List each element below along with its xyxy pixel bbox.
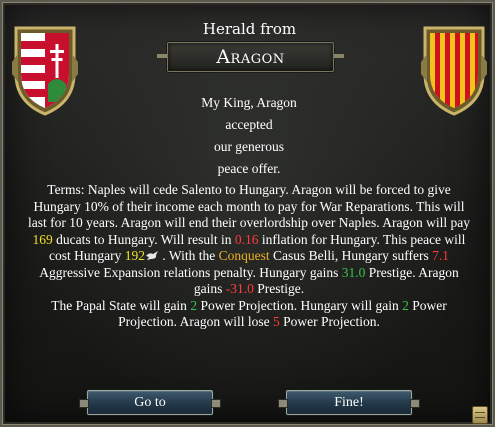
terms-text: The Papal State will gain bbox=[51, 297, 191, 313]
lead-line: accepted bbox=[225, 117, 273, 132]
event-dialog: Herald from Aragon My King, Aragon accep… bbox=[0, 0, 495, 427]
terms-text: Terms: Naples will cede Salento to Hunga… bbox=[27, 182, 471, 230]
prestige-gain-value: 31.0 bbox=[341, 264, 366, 280]
terms-text: Aggressive Expansion relations penalty. … bbox=[39, 264, 342, 280]
fine-button[interactable]: Fine! bbox=[278, 390, 420, 415]
title-plate: Aragon bbox=[157, 42, 344, 72]
peace-terms-text: Terms: Naples will cede Salento to Hunga… bbox=[24, 182, 474, 331]
peace-cost-value: 192 bbox=[124, 248, 146, 263]
terms-text: . With the bbox=[159, 248, 219, 263]
hungary-pp-value: 2 bbox=[402, 297, 409, 313]
terms-text: Prestige. bbox=[253, 281, 305, 296]
prestige-loss-value: -31.0 bbox=[225, 281, 254, 296]
goto-button[interactable]: Go to bbox=[79, 390, 221, 415]
inflation-value: 0.16 bbox=[234, 231, 259, 247]
terms-text: Power Projection. Hungary will gain bbox=[197, 297, 403, 313]
aggressive-expansion-value: 7.1 bbox=[432, 248, 449, 263]
lead-line: My King, Aragon bbox=[201, 95, 297, 110]
peace-dove-icon bbox=[146, 251, 159, 260]
terms-text: ducats to Hungary. Will result in bbox=[52, 231, 235, 247]
terms-text: Power Projection. bbox=[279, 314, 380, 329]
ducats-value: 169 bbox=[32, 231, 53, 247]
terms-text: Casus Belli, Hungary suffers bbox=[269, 248, 433, 263]
dialog-title: Aragon bbox=[216, 46, 285, 68]
aragon-pp-value: 5 bbox=[272, 314, 280, 329]
lead-line: peace offer. bbox=[217, 161, 281, 176]
lead-line: our generous bbox=[213, 139, 285, 154]
message-log-icon[interactable] bbox=[472, 406, 488, 424]
casus-belli-link[interactable]: Conquest bbox=[219, 248, 270, 263]
lead-text: My King, Aragon accepted our generous pe… bbox=[24, 92, 474, 180]
dialog-body: My King, Aragon accepted our generous pe… bbox=[24, 92, 474, 331]
